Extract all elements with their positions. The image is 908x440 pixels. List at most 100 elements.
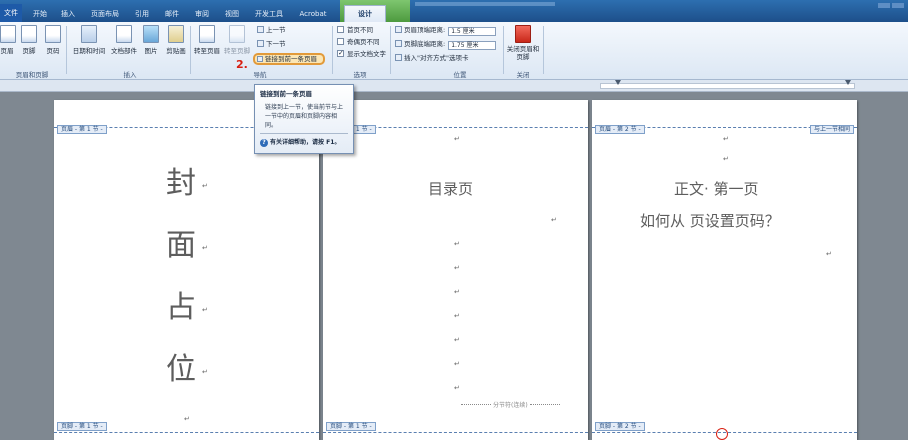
page-toc: 页眉 - 第 1 节 - ↵ 目录页 ↵ ↵ ↵ ↵ ↵ ↵ ↵ ↵ 分节符(连… <box>323 100 588 440</box>
tab-review[interactable]: 审阅 <box>192 6 212 22</box>
footer-section-tag: 页脚 - 第 2 节 - <box>595 422 645 431</box>
quickparts-button-label: 文档部件 <box>111 47 137 55</box>
step-number: 2. <box>236 58 248 71</box>
footer-bottom-distance: 页脚底端距离: 1.75 厘米 <box>395 39 497 50</box>
tab-developer[interactable]: 开发工具 <box>252 6 286 22</box>
tab-view[interactable]: 视图 <box>222 6 242 22</box>
tab-page-layout[interactable]: 页面布局 <box>88 6 122 22</box>
footer-distance-icon <box>395 40 402 47</box>
group-label-position: 位置 <box>453 71 467 79</box>
paragraph-mark: ↵ <box>723 155 729 163</box>
clipart-button[interactable]: 剪贴画 <box>164 25 188 55</box>
checkbox-icon <box>337 38 344 45</box>
ribbon-tab-bar: 文件 开始 插入 页面布局 引用 邮件 审阅 视图 开发工具 Acrobat 设… <box>0 0 908 22</box>
datetime-button[interactable]: 日期和时间 <box>70 25 108 55</box>
paragraph-mark: ↵ <box>454 360 460 368</box>
show-document-text-checkbox[interactable]: 显示文档文字 <box>337 48 386 59</box>
different-odd-even-checkbox[interactable]: 奇偶页不同 <box>337 37 380 47</box>
group-divider <box>332 26 333 74</box>
tooltip-help-text: 有关详细帮助，请按 F1。 <box>270 139 341 146</box>
tab-references[interactable]: 引用 <box>132 6 152 22</box>
close-icon <box>515 25 531 43</box>
paragraph-mark: ↵ <box>454 336 460 344</box>
different-first-page-checkbox[interactable]: 首页不同 <box>337 25 373 35</box>
horizontal-ruler[interactable] <box>0 80 908 92</box>
paragraph-mark: ↵ <box>826 250 832 258</box>
paragraph-mark: ↵ <box>202 182 208 190</box>
group-label-close: 关闭 <box>516 71 530 79</box>
tab-mailings[interactable]: 邮件 <box>162 6 182 22</box>
paragraph-mark: ↵ <box>723 135 729 143</box>
arrow-up-icon <box>257 26 264 33</box>
cover-char-3: 占 <box>166 290 196 325</box>
footer-boundary <box>323 432 588 433</box>
link-icon <box>257 56 263 62</box>
header-top-spinner[interactable]: 1.5 厘米 <box>448 27 497 36</box>
next-section-label: 下一节 <box>266 40 286 48</box>
window-title <box>415 2 555 6</box>
header-button[interactable]: 页眉 <box>0 25 16 55</box>
close-header-footer-label: 关闭页眉和页脚 <box>506 45 540 61</box>
page-number-button[interactable]: 页码 <box>44 25 62 55</box>
clipart-icon <box>168 25 184 43</box>
next-section-button[interactable]: 下一节 <box>257 39 286 49</box>
checkbox-checked-icon <box>337 48 344 58</box>
checkbox-icon <box>337 26 344 33</box>
ribbon: 页眉 页脚 页码 页眉和页脚 日期和时间 文档部件 图片 剪贴画 插入 转至页眉… <box>0 22 908 80</box>
insert-alignment-tab-button[interactable]: 插入"对齐方式"选项卡 <box>395 53 468 63</box>
previous-section-label: 上一节 <box>266 26 286 34</box>
paragraph-mark: ↵ <box>454 384 460 392</box>
group-divider <box>66 26 67 74</box>
toc-title: 目录页 <box>428 180 474 198</box>
footer-boundary <box>54 432 319 433</box>
picture-button-label: 图片 <box>144 47 158 55</box>
tooltip-title: 链接到前一条页眉 <box>260 90 312 98</box>
tab-file[interactable]: 文件 <box>0 4 22 22</box>
header-top-label: 页眉顶端距离: <box>404 26 446 34</box>
goto-header-button[interactable]: 转至页眉 <box>192 25 222 55</box>
cover-char-2: 面 <box>166 228 196 263</box>
calendar-icon <box>81 25 97 43</box>
body-heading: 正文· 第一页 <box>674 180 759 198</box>
ruler-indent-marker[interactable] <box>615 80 621 85</box>
quickparts-button[interactable]: 文档部件 <box>108 25 140 55</box>
header-button-label: 页眉 <box>0 47 14 55</box>
tab-insert[interactable]: 插入 <box>58 6 78 22</box>
tab-acrobat[interactable]: Acrobat <box>296 6 330 22</box>
ruler-indent-marker[interactable] <box>845 80 851 85</box>
different-odd-even-label: 奇偶页不同 <box>347 38 380 46</box>
page-number-button-label: 页码 <box>46 47 60 55</box>
cover-char-4: 位 <box>166 352 196 387</box>
footer-button-label: 页脚 <box>22 47 36 55</box>
paragraph-mark: ↵ <box>454 264 460 272</box>
footer-button[interactable]: 页脚 <box>20 25 38 55</box>
header-section-tag: 页眉 - 第 2 节 - <box>595 125 645 134</box>
picture-button[interactable]: 图片 <box>142 25 160 55</box>
datetime-button-label: 日期和时间 <box>72 47 106 55</box>
page-body: 页眉 - 第 2 节 - 与上一节相同 ↵ ↵ 正文· 第一页 如何从 页设置页… <box>592 100 857 440</box>
tab-home[interactable]: 开始 <box>30 6 50 22</box>
paragraph-mark: ↵ <box>202 306 208 314</box>
link-to-previous-button[interactable]: 链接到前一条页眉 <box>253 53 325 65</box>
paragraph-mark: ↵ <box>454 135 460 143</box>
different-first-page-label: 首页不同 <box>347 26 373 34</box>
annotation-circle <box>716 428 728 440</box>
paragraph-mark: ↵ <box>454 240 460 248</box>
goto-footer-label: 转至页脚 <box>224 47 250 55</box>
tab-design[interactable]: 设计 <box>344 5 386 22</box>
tooltip-help: ? 有关详细帮助，请按 F1。 <box>260 137 348 147</box>
goto-header-label: 转至页眉 <box>194 47 220 55</box>
picture-icon <box>143 25 159 43</box>
paragraph-mark: ↵ <box>202 244 208 252</box>
group-label-options: 选项 <box>353 71 367 79</box>
footer-bottom-spinner[interactable]: 1.75 厘米 <box>448 41 497 50</box>
tooltip-body: 链接到上一节，使当前节与上一节中的页眉和页脚内容相同。 <box>265 104 344 129</box>
clipart-button-label: 剪贴画 <box>166 47 186 55</box>
footer-bottom-label: 页脚底端距离: <box>404 40 446 48</box>
ruler-track <box>600 83 855 89</box>
previous-section-button[interactable]: 上一节 <box>257 25 286 35</box>
footer-section-tag: 页脚 - 第 1 节 - <box>57 422 107 431</box>
paragraph-mark: ↵ <box>202 368 208 376</box>
close-header-footer-button[interactable]: 关闭页眉和页脚 <box>505 25 541 61</box>
goto-footer-button[interactable]: 转至页脚 <box>222 25 252 55</box>
